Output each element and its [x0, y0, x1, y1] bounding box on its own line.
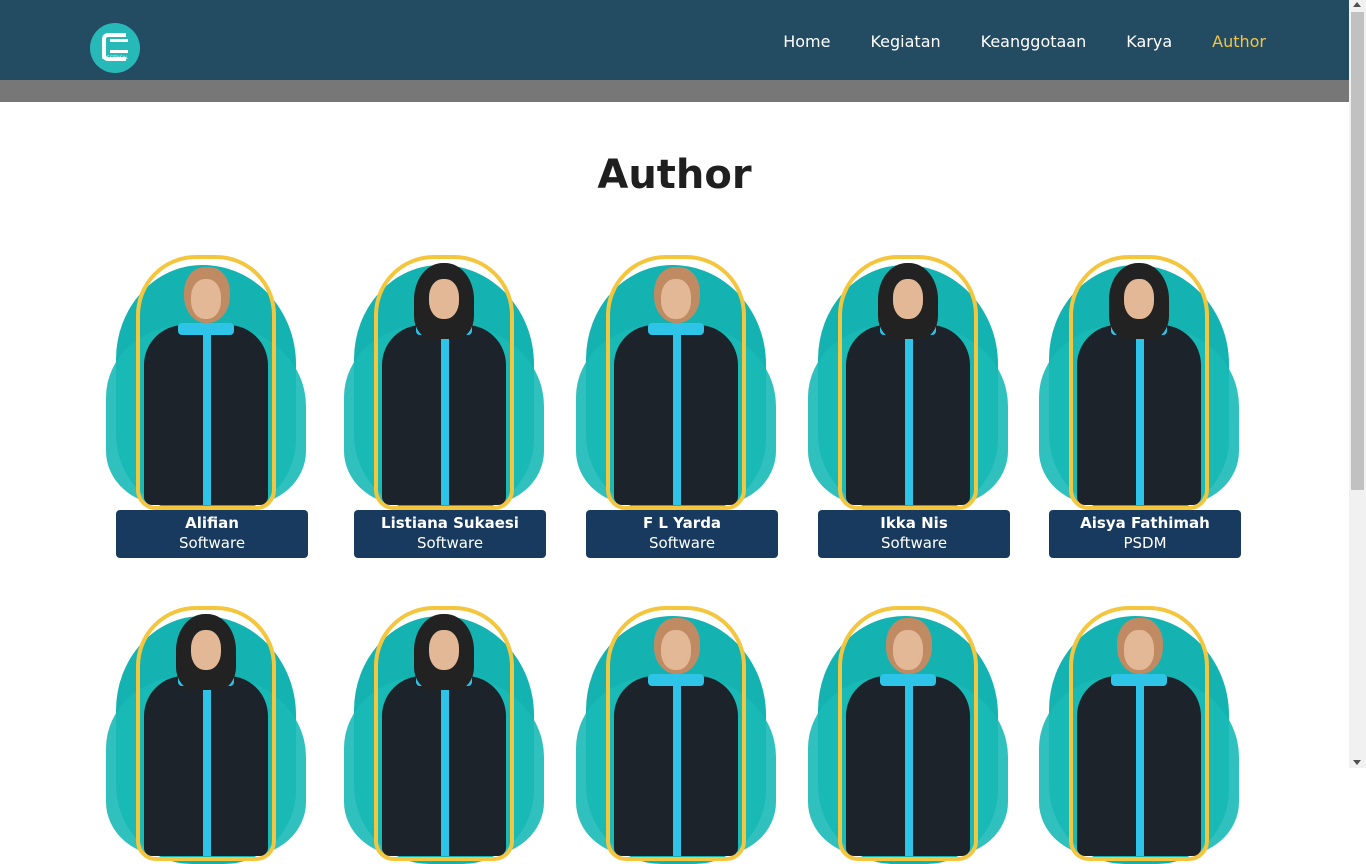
author-photo — [1039, 606, 1239, 864]
nav-link-keanggotaan[interactable]: Keanggotaan — [981, 32, 1087, 51]
author-card: Aisya Fathimah PSDM — [1039, 255, 1241, 558]
face — [893, 630, 923, 670]
author-name: F L Yarda — [642, 514, 722, 532]
author-role: Software — [880, 534, 948, 552]
jacket-stripe — [441, 335, 449, 505]
nav-link-karya[interactable]: Karya — [1126, 32, 1172, 51]
author-role: PSDM — [1123, 534, 1167, 552]
author-name: Alifian — [185, 514, 239, 532]
author-photo — [808, 255, 1008, 513]
nav-link-home[interactable]: Home — [783, 32, 830, 51]
club-logo[interactable]: ELECTRICAL — [90, 23, 140, 73]
author-label: Alifian Software — [116, 510, 308, 558]
face — [1124, 630, 1154, 670]
author-photo — [344, 606, 544, 864]
nav-link-kegiatan[interactable]: Kegiatan — [870, 32, 940, 51]
author-card: Ikka Nis Software — [808, 255, 1010, 558]
jacket-stripe — [203, 686, 211, 856]
face — [661, 630, 691, 670]
author-name: Ikka Nis — [880, 514, 948, 532]
scroll-down-arrow-icon[interactable] — [1353, 760, 1361, 765]
author-label: Listiana Sukaesi Software — [354, 510, 546, 558]
author-photo — [1039, 255, 1239, 513]
author-card — [1039, 606, 1239, 864]
author-photo — [106, 606, 306, 864]
jacket-stripe — [905, 686, 913, 856]
face — [191, 279, 221, 319]
jacket-stripe — [1136, 335, 1144, 505]
author-name: Aisya Fathimah — [1080, 514, 1210, 532]
author-name: Listiana Sukaesi — [381, 514, 519, 532]
jacket-stripe — [673, 686, 681, 856]
author-photo — [576, 606, 776, 864]
scrollbar-thumb[interactable] — [1351, 12, 1364, 490]
author-label: Ikka Nis Software — [818, 510, 1010, 558]
logo-mark-icon — [102, 32, 128, 61]
banner-strip — [0, 80, 1349, 102]
page-title: Author — [597, 152, 752, 198]
author-card: F L Yarda Software — [576, 255, 778, 558]
author-label: Aisya Fathimah PSDM — [1049, 510, 1241, 558]
author-photo — [344, 255, 544, 513]
author-card — [808, 606, 1008, 864]
jacket-stripe — [905, 335, 913, 505]
author-role: Software — [178, 534, 246, 552]
jacket-stripe — [441, 686, 449, 856]
author-role: Software — [416, 534, 484, 552]
author-photo — [576, 255, 776, 513]
jacket-stripe — [673, 335, 681, 505]
author-photo — [106, 255, 306, 513]
face — [429, 279, 459, 319]
face — [429, 630, 459, 670]
jacket-collar — [880, 674, 936, 686]
author-card: Alifian Software — [106, 255, 308, 558]
face — [1124, 279, 1154, 319]
author-card: Listiana Sukaesi Software — [344, 255, 546, 558]
nav-links: Home Kegiatan Keanggotaan Karya Author — [783, 32, 1266, 51]
jacket-collar — [178, 323, 234, 335]
author-card — [106, 606, 306, 864]
author-label: F L Yarda Software — [586, 510, 778, 558]
author-photo — [808, 606, 1008, 864]
top-navbar: ELECTRICAL Home Kegiatan Keanggotaan Kar… — [0, 0, 1349, 80]
jacket-stripe — [1136, 686, 1144, 856]
nav-link-author[interactable]: Author — [1212, 32, 1266, 51]
author-role: Software — [648, 534, 716, 552]
face — [661, 279, 691, 319]
scroll-up-arrow-icon[interactable] — [1353, 2, 1361, 7]
jacket-stripe — [203, 335, 211, 505]
jacket-collar — [648, 323, 704, 335]
jacket-collar — [648, 674, 704, 686]
jacket-collar — [1111, 674, 1167, 686]
face — [191, 630, 221, 670]
author-card — [576, 606, 776, 864]
author-card — [344, 606, 544, 864]
face — [893, 279, 923, 319]
